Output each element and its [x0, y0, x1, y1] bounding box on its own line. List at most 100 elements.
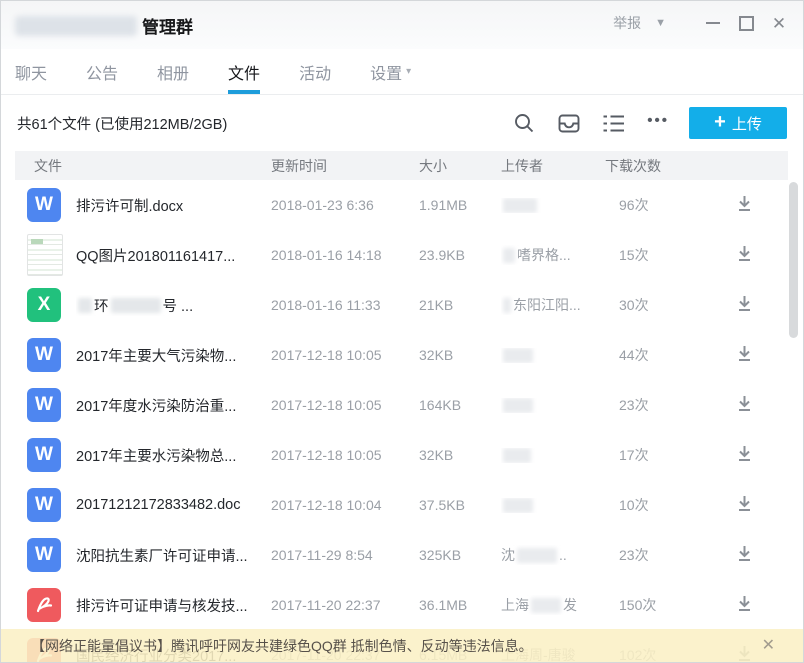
inbox-tray-icon [557, 112, 581, 135]
file-name: 20171212172833482.doc [76, 497, 268, 513]
file-table-row[interactable]: 排污许可证申请与核发技... 2017-11-20 22:37 36.1MB 上… [1, 580, 803, 630]
download-button[interactable] [732, 192, 756, 216]
redacted-text [78, 298, 92, 313]
file-size: 36.1MB [419, 597, 501, 613]
header-file: 文件 [27, 156, 271, 176]
file-uploader [501, 498, 603, 513]
download-button[interactable] [732, 392, 756, 416]
redacted-text [503, 348, 533, 363]
title-bar: 管理群 举报 ▼ ✕ [1, 1, 803, 49]
download-button[interactable] [732, 442, 756, 466]
file-download-count: 44次 [605, 345, 720, 365]
download-icon [735, 344, 754, 363]
file-updated-time: 2018-01-16 14:18 [271, 247, 419, 263]
download-icon [735, 244, 754, 263]
file-updated-time: 2018-01-16 11:33 [271, 297, 419, 313]
ellipsis-icon: ••• [647, 112, 669, 129]
list-view-icon [602, 113, 626, 134]
file-table-row[interactable]: W 2017年度水污染防治重... 2017-12-18 10:05 164KB… [1, 380, 803, 430]
upload-button[interactable]: + 上传 [689, 107, 787, 139]
search-button[interactable] [513, 112, 536, 135]
qq-group-file-window: 管理群 举报 ▼ ✕ 聊天 公告 相册 文件 活动 设置▾ 共61个文件 (已使… [0, 0, 804, 663]
file-uploader [501, 448, 603, 463]
maximize-button[interactable] [734, 11, 758, 35]
file-count-summary: 共61个文件 (已使用212MB/2GB) [17, 113, 227, 134]
redacted-text [503, 448, 531, 463]
tab-album[interactable]: 相册 [157, 49, 189, 94]
file-size: 37.5KB [419, 497, 501, 513]
banner-close-icon[interactable]: ✕ [762, 638, 775, 654]
file-size: 21KB [419, 297, 501, 313]
file-name: 排污许可制.docx [76, 195, 268, 216]
group-tab-bar: 聊天 公告 相册 文件 活动 设置▾ [1, 49, 803, 94]
file-name: QQ图片201801161417... [76, 245, 268, 266]
redacted-text [531, 598, 561, 613]
download-icon [735, 444, 754, 463]
file-table-row[interactable]: W 沈阳抗生素厂许可证申请... 2017-11-29 8:54 325KB 沈… [1, 530, 803, 580]
minimize-button[interactable] [701, 11, 725, 35]
more-options-button[interactable]: ••• [647, 118, 669, 129]
file-table-row[interactable]: X 环号 ... 2018-01-16 11:33 21KB 东阳江阳... 3… [1, 280, 803, 330]
upload-button-label: 上传 [732, 113, 762, 134]
download-button[interactable] [732, 342, 756, 366]
file-name: 2017年主要水污染物总... [76, 445, 268, 466]
file-uploader [501, 348, 603, 363]
file-updated-time: 2017-12-18 10:05 [271, 447, 419, 463]
download-icon [735, 544, 754, 563]
file-updated-time: 2017-11-29 8:54 [271, 547, 419, 563]
close-button[interactable]: ✕ [767, 11, 791, 35]
download-button[interactable] [732, 242, 756, 266]
file-toolbar: 共61个文件 (已使用212MB/2GB) ••• + 上传 [1, 95, 803, 151]
file-updated-time: 2017-12-18 10:04 [271, 497, 419, 513]
redacted-text [111, 298, 161, 313]
word-file-icon: W [27, 538, 61, 572]
file-uploader [501, 198, 603, 213]
download-icon [735, 194, 754, 213]
report-caret-icon[interactable]: ▼ [655, 17, 666, 29]
tab-settings[interactable]: 设置▾ [370, 49, 411, 94]
received-files-button[interactable] [557, 112, 581, 135]
download-button[interactable] [732, 492, 756, 516]
redacted-text [503, 498, 533, 513]
file-table-row[interactable]: W 2017年主要大气污染物... 2017-12-18 10:05 32KB … [1, 330, 803, 380]
tab-chat[interactable]: 聊天 [15, 49, 47, 94]
file-download-count: 15次 [605, 245, 720, 265]
file-updated-time: 2017-12-18 10:05 [271, 347, 419, 363]
file-table-row[interactable]: QQ图片201801161417... 2018-01-16 14:18 23.… [1, 230, 803, 280]
file-size: 23.9KB [419, 247, 501, 263]
file-table-row[interactable]: W 20171212172833482.doc 2017-12-18 10:04… [1, 480, 803, 530]
file-name: 排污许可证申请与核发技... [76, 595, 268, 616]
report-button[interactable]: 举报 [613, 13, 641, 33]
minimize-icon [706, 22, 720, 24]
group-title-suffix: 管理群 [142, 13, 193, 38]
file-table-row[interactable]: W 排污许可制.docx 2018-01-23 6:36 1.91MB 96次 [1, 180, 803, 230]
excel-file-icon: X [27, 288, 61, 322]
file-download-count: 30次 [605, 295, 720, 315]
file-table-header: 文件 更新时间 大小 上传者 下载次数 [15, 151, 788, 180]
chevron-down-icon: ▾ [406, 66, 411, 77]
image-file-icon [27, 234, 63, 276]
file-download-count: 23次 [605, 395, 720, 415]
list-view-button[interactable] [602, 113, 626, 134]
file-size: 32KB [419, 447, 501, 463]
file-list: W 排污许可制.docx 2018-01-23 6:36 1.91MB 96次 … [1, 180, 803, 663]
word-file-icon: W [27, 188, 61, 222]
download-button[interactable] [732, 292, 756, 316]
scrollbar-thumb[interactable] [789, 182, 798, 338]
file-uploader: 沈.. [501, 545, 603, 565]
download-button[interactable] [732, 592, 756, 616]
file-download-count: 10次 [605, 495, 720, 515]
tab-announcement[interactable]: 公告 [86, 49, 118, 94]
word-file-icon: W [27, 388, 61, 422]
redacted-text [503, 298, 511, 313]
download-icon [735, 494, 754, 513]
file-table-row[interactable]: W 2017年主要水污染物总... 2017-12-18 10:05 32KB … [1, 430, 803, 480]
file-download-count: 23次 [605, 545, 720, 565]
acrobat-glyph [32, 593, 56, 617]
file-updated-time: 2017-12-18 10:05 [271, 397, 419, 413]
file-size: 32KB [419, 347, 501, 363]
file-download-count: 17次 [605, 445, 720, 465]
download-button[interactable] [732, 542, 756, 566]
tab-activity[interactable]: 活动 [299, 49, 331, 94]
tab-files[interactable]: 文件 [228, 49, 260, 94]
